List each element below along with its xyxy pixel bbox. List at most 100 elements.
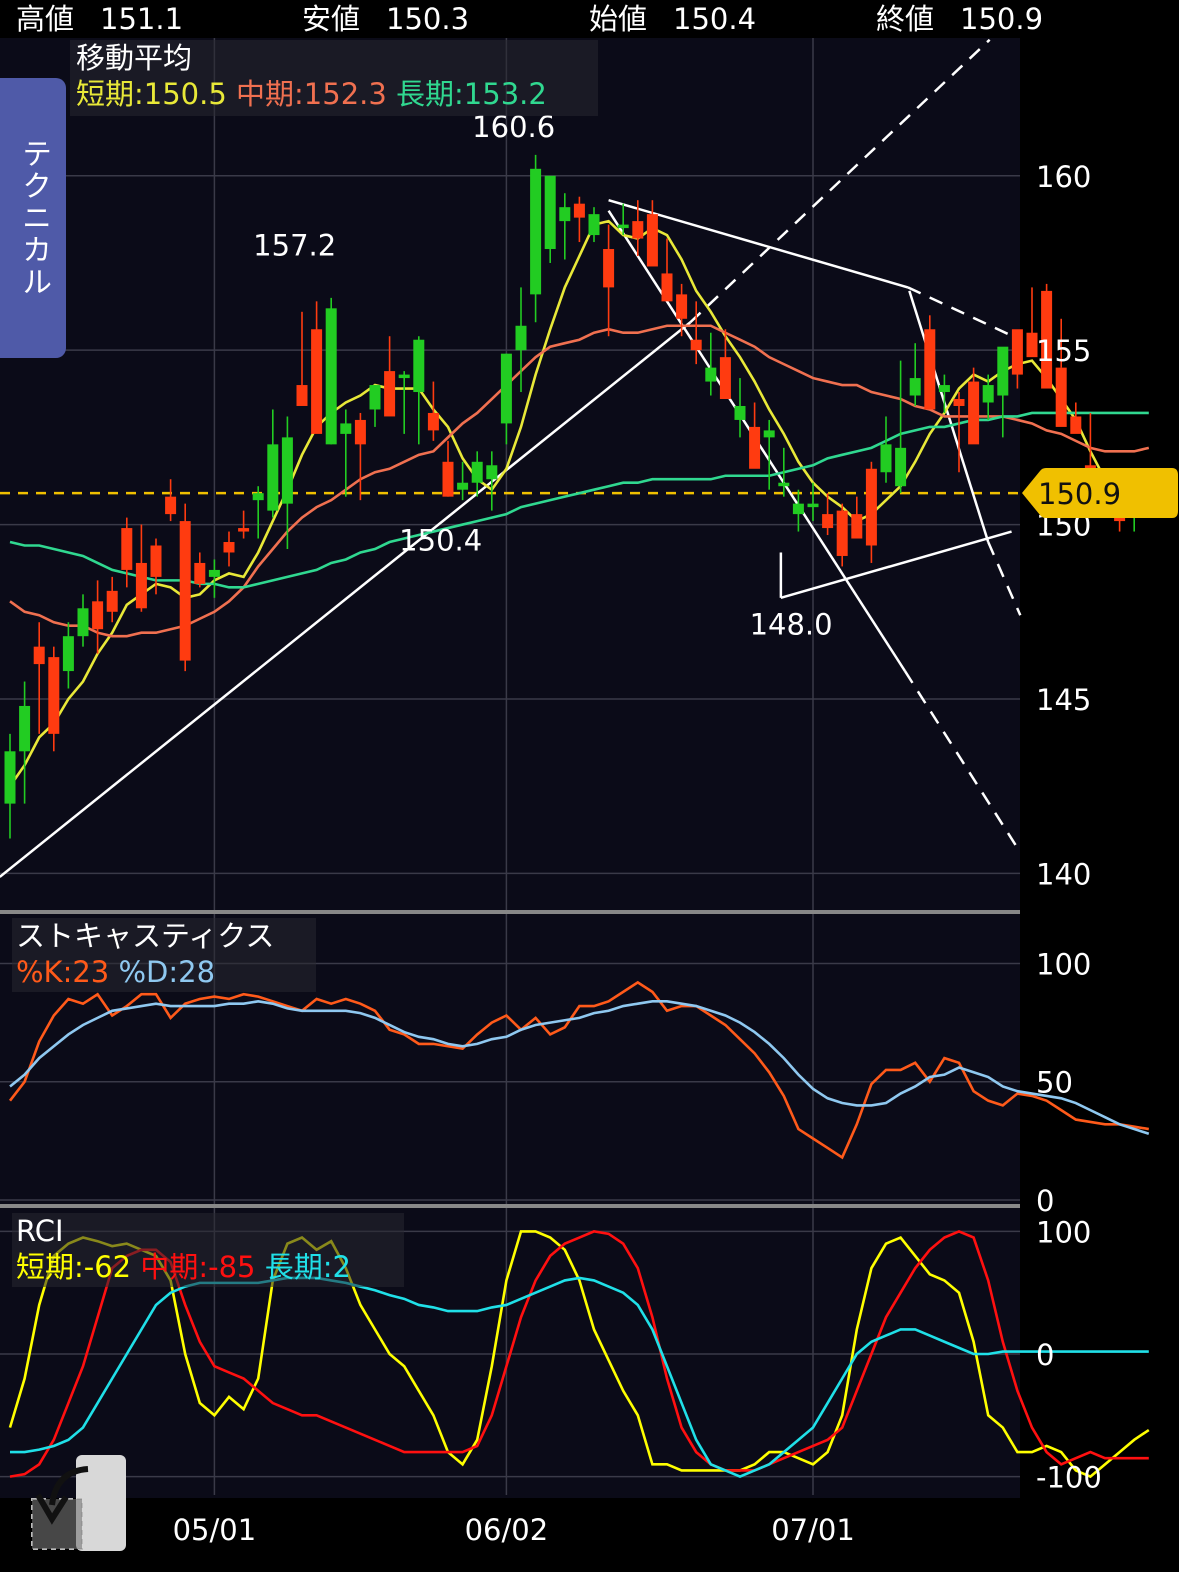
stoch-legend: ストキャスティクス %K:23 %D:28 bbox=[12, 918, 316, 992]
x-tick-label: 06/02 bbox=[465, 1513, 549, 1547]
candle-body bbox=[92, 601, 104, 630]
candle-body bbox=[646, 214, 658, 267]
candle-body bbox=[603, 249, 615, 288]
candle-body bbox=[968, 381, 980, 445]
uptrend-extension bbox=[689, 38, 991, 324]
price-y-tick-label: 155 bbox=[1036, 334, 1091, 368]
support-line bbox=[780, 530, 1012, 600]
candle-body bbox=[924, 329, 936, 410]
candle-body bbox=[1055, 367, 1067, 427]
candle-body bbox=[617, 224, 629, 229]
stoch-line-1 bbox=[9, 1000, 1150, 1136]
candle-body bbox=[515, 325, 527, 351]
candle-body bbox=[179, 521, 191, 661]
candle-body bbox=[252, 493, 264, 501]
candle-body bbox=[530, 168, 542, 295]
candle-body bbox=[500, 353, 512, 424]
candle-body bbox=[33, 646, 45, 665]
stoch-legend-title: ストキャスティクス bbox=[16, 919, 275, 953]
candle-body bbox=[880, 444, 892, 473]
rci-legend-title: RCI bbox=[16, 1214, 64, 1248]
candle-body bbox=[48, 657, 60, 734]
candle-body bbox=[62, 636, 74, 672]
technical-tab[interactable]: テクニカル bbox=[0, 78, 66, 358]
candle-body bbox=[909, 378, 921, 396]
candle-body bbox=[836, 510, 848, 556]
ma-long-label: 長期:153.2 bbox=[396, 77, 547, 111]
price-y-tick-label: 160 bbox=[1036, 160, 1091, 194]
candle-body bbox=[442, 461, 454, 497]
ma-mid-label: 中期:152.3 bbox=[236, 77, 387, 111]
candle-body bbox=[311, 329, 323, 434]
candle-body bbox=[325, 308, 337, 445]
ma-legend-title: 移動平均 bbox=[76, 41, 193, 75]
technical-tab-label: テクニカル bbox=[16, 138, 51, 298]
candle-body bbox=[573, 203, 585, 218]
candle-body bbox=[427, 412, 439, 431]
candle-body bbox=[296, 385, 308, 406]
candle-body bbox=[398, 374, 410, 379]
axis-background bbox=[1020, 38, 1179, 1498]
candle-body bbox=[763, 430, 775, 438]
candle-body bbox=[340, 423, 352, 434]
ma-short-label: 短期:150.5 bbox=[76, 77, 227, 111]
price-annotation: 150.4 bbox=[399, 524, 482, 558]
candle-body bbox=[135, 562, 147, 609]
wedge-upper-extension bbox=[987, 541, 1022, 616]
stoch-line-0 bbox=[8, 980, 1150, 1160]
x-tick-label: 07/01 bbox=[771, 1513, 855, 1547]
candle-body bbox=[384, 371, 396, 417]
chart-canvas[interactable]: 160.6157.2150.4148.0 05/01 06/02 07/011401… bbox=[0, 0, 1179, 1572]
rci-short-label: 短期:-62 bbox=[16, 1250, 132, 1284]
stoch-y-tick-label: 0 bbox=[1036, 1184, 1054, 1218]
candle-body bbox=[1070, 416, 1082, 434]
candle-body bbox=[719, 357, 731, 400]
candle-body bbox=[734, 405, 746, 420]
candle-body bbox=[778, 482, 790, 487]
price-y-tick-label: 145 bbox=[1036, 683, 1091, 717]
candle-body bbox=[471, 461, 483, 483]
stoch-y-tick-label: 100 bbox=[1036, 947, 1091, 981]
candle-body bbox=[208, 569, 220, 577]
candle-body bbox=[807, 503, 819, 508]
candle-body bbox=[223, 542, 235, 553]
candle-body bbox=[1011, 329, 1023, 375]
candle-body bbox=[953, 399, 965, 406]
candle-body bbox=[895, 447, 907, 487]
candle-body bbox=[486, 465, 498, 480]
price-panel: 160.6157.2150.4148.0 bbox=[0, 38, 1155, 878]
candle-body bbox=[865, 468, 877, 546]
stochastics-panel bbox=[8, 980, 1150, 1160]
candle-body bbox=[632, 221, 644, 239]
x-tick-label: 05/01 bbox=[173, 1513, 257, 1547]
candle-body bbox=[457, 482, 469, 490]
stoch-d-label: %D:28 bbox=[118, 955, 216, 989]
candle-body bbox=[77, 608, 89, 637]
rci-y-tick-label: 100 bbox=[1036, 1215, 1091, 1249]
candle-body bbox=[150, 545, 162, 577]
ma-legend: 移動平均 短期:150.5 中期:152.3 長期:153.2 bbox=[70, 40, 598, 116]
stoch-k-label: %K:23 bbox=[16, 955, 110, 989]
candle-body bbox=[676, 294, 688, 319]
candle-body bbox=[982, 385, 994, 403]
candle-body bbox=[588, 214, 600, 236]
uptrend-line bbox=[0, 321, 692, 878]
candle-body bbox=[749, 426, 761, 469]
candle-body bbox=[822, 514, 834, 529]
price-annotation: 157.2 bbox=[253, 228, 336, 262]
candle-body bbox=[165, 496, 177, 515]
return-arrow-icon[interactable] bbox=[30, 1455, 126, 1551]
rci-legend: RCI 短期:-62 中期:-85 長期:2 bbox=[12, 1213, 404, 1287]
candle-body bbox=[281, 437, 293, 504]
candle-body bbox=[19, 705, 31, 752]
candle-body bbox=[559, 207, 571, 222]
candle-body bbox=[661, 273, 673, 302]
candle-body bbox=[369, 385, 381, 410]
candle-body bbox=[121, 528, 133, 570]
rci-long-label: 長期:2 bbox=[264, 1250, 351, 1284]
candle-body bbox=[413, 339, 425, 393]
current-price-label: 150.9 bbox=[1038, 477, 1121, 511]
stoch-y-tick-label: 50 bbox=[1036, 1066, 1073, 1100]
rci-y-tick-label: 0 bbox=[1036, 1338, 1054, 1372]
candle-body bbox=[354, 419, 366, 445]
